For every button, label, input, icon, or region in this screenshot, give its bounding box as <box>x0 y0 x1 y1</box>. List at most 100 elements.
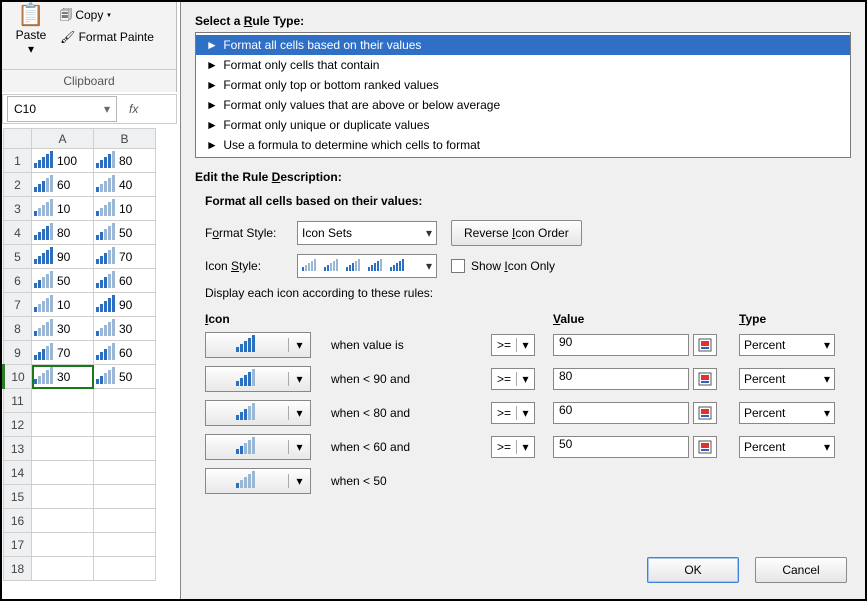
rule-type-item[interactable]: ► Format only unique or duplicate values <box>196 115 850 135</box>
row-header[interactable]: 12 <box>4 413 32 437</box>
format-painter-button[interactable]: 🖌 Format Painte <box>60 30 154 44</box>
cell[interactable]: 80 <box>94 149 156 173</box>
rule-value-input[interactable]: 90 <box>553 334 689 356</box>
rule-type-item[interactable]: ► Format all cells based on their values <box>196 35 850 55</box>
reverse-icon-order-button[interactable]: Reverse Icon Order <box>451 220 582 246</box>
rule-type-item[interactable]: ► Format only top or bottom ranked value… <box>196 75 850 95</box>
rule-type-combo[interactable]: Percent▾ <box>739 334 835 356</box>
spreadsheet-grid[interactable]: AB11008026040310104805059070650607109083… <box>2 128 156 581</box>
rule-type-item[interactable]: ► Use a formula to determine which cells… <box>196 135 850 155</box>
rule-type-combo[interactable]: Percent▾ <box>739 402 835 424</box>
cell[interactable]: 30 <box>32 365 94 389</box>
range-selector-button[interactable] <box>693 368 717 390</box>
name-box[interactable]: C10 ▾ <box>7 96 117 122</box>
row-header[interactable]: 7 <box>4 293 32 317</box>
rule-icon-combo[interactable]: ▾ <box>205 366 311 392</box>
rule-operator-combo[interactable]: >=▾ <box>491 436 535 458</box>
cell[interactable]: 30 <box>94 317 156 341</box>
icon-style-combo[interactable]: ▾ <box>297 254 437 278</box>
cell-value: 30 <box>57 370 70 384</box>
cell[interactable] <box>32 533 94 557</box>
row-header[interactable]: 6 <box>4 269 32 293</box>
row-header[interactable]: 16 <box>4 509 32 533</box>
row-header[interactable]: 5 <box>4 245 32 269</box>
format-style-combo[interactable]: Icon Sets ▾ <box>297 221 437 245</box>
rule-icon-combo[interactable]: ▾ <box>205 468 311 494</box>
cell[interactable] <box>94 389 156 413</box>
cell[interactable] <box>94 461 156 485</box>
row-header[interactable]: 9 <box>4 341 32 365</box>
cell[interactable]: 60 <box>32 173 94 197</box>
cell[interactable] <box>32 509 94 533</box>
cell[interactable]: 60 <box>94 269 156 293</box>
cell[interactable]: 90 <box>94 293 156 317</box>
rule-type-combo[interactable]: Percent▾ <box>739 436 835 458</box>
cell[interactable]: 90 <box>32 245 94 269</box>
row-header[interactable]: 4 <box>4 221 32 245</box>
cell[interactable] <box>32 557 94 581</box>
rule-type-item[interactable]: ► Format only cells that contain <box>196 55 850 75</box>
column-header[interactable]: B <box>94 129 156 149</box>
rule-type-item[interactable]: ► Format only values that are above or b… <box>196 95 850 115</box>
cell[interactable] <box>32 389 94 413</box>
signal-bars-icon <box>34 223 54 243</box>
row-header[interactable]: 18 <box>4 557 32 581</box>
row-header[interactable]: 15 <box>4 485 32 509</box>
cell[interactable] <box>32 413 94 437</box>
cell[interactable] <box>94 485 156 509</box>
cell[interactable]: 60 <box>94 341 156 365</box>
cell[interactable]: 70 <box>32 341 94 365</box>
rule-operator-combo[interactable]: >=▾ <box>491 402 535 424</box>
rule-icon-combo[interactable]: ▾ <box>205 400 311 426</box>
rule-value-input[interactable]: 60 <box>553 402 689 424</box>
ok-button[interactable]: OK <box>647 557 739 583</box>
cell[interactable]: 40 <box>94 173 156 197</box>
cell[interactable] <box>94 557 156 581</box>
reverse-icon-order-label: Reverse Icon Order <box>464 226 569 240</box>
row-header[interactable]: 10 <box>4 365 32 389</box>
range-selector-button[interactable] <box>693 436 717 458</box>
cell[interactable]: 30 <box>32 317 94 341</box>
cell[interactable]: 50 <box>32 269 94 293</box>
cell[interactable] <box>94 509 156 533</box>
row-header[interactable]: 3 <box>4 197 32 221</box>
row-header[interactable]: 1 <box>4 149 32 173</box>
paste-button[interactable]: 📋 Paste ▾ <box>6 2 56 56</box>
rule-type-listbox[interactable]: ► Format all cells based on their values… <box>195 32 851 158</box>
rule-icon-combo[interactable]: ▾ <box>205 332 311 358</box>
range-selector-button[interactable] <box>693 402 717 424</box>
cancel-button[interactable]: Cancel <box>755 557 847 583</box>
rule-icon-combo[interactable]: ▾ <box>205 434 311 460</box>
row-header[interactable]: 11 <box>4 389 32 413</box>
cell[interactable] <box>94 533 156 557</box>
rule-operator-combo[interactable]: >=▾ <box>491 368 535 390</box>
show-icon-only-checkbox[interactable]: Show Icon Only <box>451 259 555 273</box>
row-header[interactable]: 8 <box>4 317 32 341</box>
rule-value-input[interactable]: 80 <box>553 368 689 390</box>
cell[interactable]: 70 <box>94 245 156 269</box>
rule-operator-combo[interactable]: >=▾ <box>491 334 535 356</box>
select-all-corner[interactable] <box>4 129 32 149</box>
cell[interactable] <box>94 437 156 461</box>
fx-button[interactable]: fx <box>121 102 146 116</box>
cell[interactable] <box>94 413 156 437</box>
cell[interactable] <box>32 437 94 461</box>
rule-value-input[interactable]: 50 <box>553 436 689 458</box>
cell[interactable]: 100 <box>32 149 94 173</box>
cell[interactable] <box>32 461 94 485</box>
cell[interactable]: 80 <box>32 221 94 245</box>
row-header[interactable]: 13 <box>4 437 32 461</box>
rule-type-combo[interactable]: Percent▾ <box>739 368 835 390</box>
cell[interactable]: 10 <box>32 197 94 221</box>
row-header[interactable]: 2 <box>4 173 32 197</box>
column-header[interactable]: A <box>32 129 94 149</box>
copy-button[interactable]: 🗐 Copy ▾ <box>60 6 111 27</box>
row-header[interactable]: 17 <box>4 533 32 557</box>
cell[interactable]: 10 <box>94 197 156 221</box>
range-selector-button[interactable] <box>693 334 717 356</box>
cell[interactable]: 10 <box>32 293 94 317</box>
cell[interactable]: 50 <box>94 221 156 245</box>
cell[interactable] <box>32 485 94 509</box>
row-header[interactable]: 14 <box>4 461 32 485</box>
cell[interactable]: 50 <box>94 365 156 389</box>
